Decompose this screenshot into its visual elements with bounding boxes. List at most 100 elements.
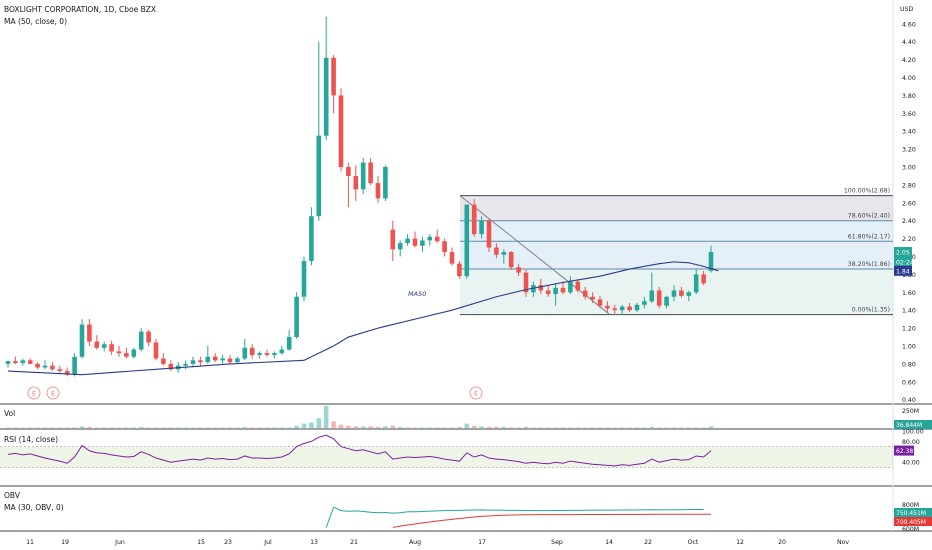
candle-body bbox=[619, 306, 625, 311]
candle-body bbox=[146, 331, 151, 343]
candle-body bbox=[50, 365, 55, 370]
candle-body bbox=[101, 344, 107, 348]
volume-bar bbox=[464, 423, 470, 428]
volume-bar bbox=[434, 427, 440, 428]
candle-body bbox=[508, 252, 514, 268]
candle-body bbox=[597, 299, 603, 306]
volume-bar bbox=[686, 427, 692, 428]
volume-bar bbox=[124, 427, 129, 428]
volume-bar bbox=[72, 427, 77, 428]
obv-pane-label: OBV bbox=[4, 491, 21, 500]
volume-bar bbox=[523, 426, 529, 428]
price-tick-label: 3.20 bbox=[902, 147, 916, 154]
volume-bar bbox=[331, 421, 336, 428]
candle-body bbox=[582, 290, 588, 297]
volume-bar bbox=[501, 426, 507, 428]
volume-bar bbox=[360, 426, 366, 428]
rsi-pane-label: RSI (14, close) bbox=[4, 435, 58, 444]
countdown-text: 02:24 bbox=[896, 260, 914, 267]
volume-bar bbox=[309, 422, 314, 428]
volume-bar bbox=[279, 427, 285, 428]
volume-bar bbox=[494, 426, 499, 428]
rsi-tick-label: 80.00 bbox=[902, 439, 920, 446]
volume-bar bbox=[516, 427, 521, 428]
volume-bar bbox=[619, 427, 625, 428]
volume-bar bbox=[642, 427, 647, 428]
candle-body bbox=[501, 252, 507, 255]
volume-bar bbox=[420, 427, 425, 428]
volume-bar bbox=[183, 427, 188, 428]
candle-body bbox=[13, 361, 18, 364]
candle-body bbox=[42, 365, 48, 368]
price-tick-label: 3.00 bbox=[902, 165, 916, 172]
last-price-text: 2.05 bbox=[896, 250, 910, 257]
candle-body bbox=[649, 290, 655, 302]
candle-body bbox=[479, 220, 484, 235]
time-axis-label: 22 bbox=[644, 539, 652, 546]
earnings-marker-label: E bbox=[51, 390, 55, 398]
candle-body bbox=[405, 238, 410, 244]
candle-body bbox=[116, 351, 122, 354]
volume-bar bbox=[264, 427, 270, 428]
candle-body bbox=[131, 349, 137, 357]
time-axis-label: Sep bbox=[551, 539, 563, 546]
candle-body bbox=[242, 347, 248, 359]
currency-label: USD bbox=[900, 6, 913, 13]
time-axis-label: Jun bbox=[114, 539, 125, 546]
price-tick-label: 0.40 bbox=[902, 397, 916, 404]
candle-body bbox=[434, 236, 440, 242]
volume-bar bbox=[545, 427, 551, 428]
volume-bar bbox=[227, 427, 233, 428]
candle-body bbox=[323, 57, 329, 136]
candle-body bbox=[590, 296, 595, 300]
volume-bar bbox=[116, 427, 122, 428]
earnings-marker-label: E bbox=[32, 390, 36, 398]
candle-body bbox=[693, 274, 699, 293]
volume-bar bbox=[397, 426, 403, 428]
price-tick-label: 2.80 bbox=[902, 182, 916, 189]
volume-bar bbox=[109, 427, 114, 428]
fib-level-label: 61.80%(2.17) bbox=[848, 233, 890, 240]
volume-bar bbox=[457, 426, 462, 428]
volume-bar bbox=[508, 427, 514, 428]
time-axis-label: 19 bbox=[61, 539, 69, 546]
candle-body bbox=[471, 204, 477, 235]
candle-body bbox=[383, 167, 388, 199]
volume-bar bbox=[212, 427, 218, 428]
volume-bar bbox=[27, 427, 33, 428]
candle-body bbox=[264, 353, 270, 355]
volume-bar bbox=[161, 427, 166, 428]
volume-bar bbox=[597, 427, 603, 428]
volume-bar bbox=[131, 427, 137, 428]
candle-body bbox=[375, 183, 381, 199]
candle-body bbox=[338, 95, 344, 167]
candle-body bbox=[560, 287, 566, 293]
candle-body bbox=[671, 290, 677, 297]
candle-body bbox=[205, 356, 211, 363]
candle-body bbox=[331, 57, 336, 96]
time-axis-label: 15 bbox=[197, 539, 205, 546]
price-tick-label: 2.60 bbox=[902, 200, 916, 207]
volume-bar bbox=[553, 427, 558, 428]
trading-chart[interactable]: 4.60 4.40 4.20 4.00 3.80 3.60 3.40 3.20 3.00 2.80… bbox=[0, 0, 932, 550]
volume-bar bbox=[101, 427, 107, 428]
volume-pane-label: Vol bbox=[4, 409, 15, 418]
obv-tick-label: 600M bbox=[902, 526, 919, 533]
candle-body bbox=[153, 342, 159, 359]
volume-bar bbox=[627, 427, 632, 428]
rsi-tick-label: 40.00 bbox=[902, 460, 920, 467]
rsi-badge-text: 62.38 bbox=[896, 448, 913, 455]
volume-bar bbox=[286, 427, 292, 428]
candle-body bbox=[316, 135, 322, 217]
candle-body bbox=[235, 358, 240, 363]
volume-bar bbox=[272, 427, 277, 428]
candle-body bbox=[124, 353, 129, 357]
volume-bar bbox=[479, 426, 484, 428]
volume-bar bbox=[486, 426, 492, 428]
obv-ma-line bbox=[392, 513, 711, 528]
candle-body bbox=[301, 260, 307, 297]
volume-bar bbox=[575, 427, 581, 428]
price-tick-label: 4.60 bbox=[902, 21, 916, 28]
candle-body bbox=[249, 347, 255, 355]
volume-tick-label: 250M bbox=[902, 408, 919, 415]
